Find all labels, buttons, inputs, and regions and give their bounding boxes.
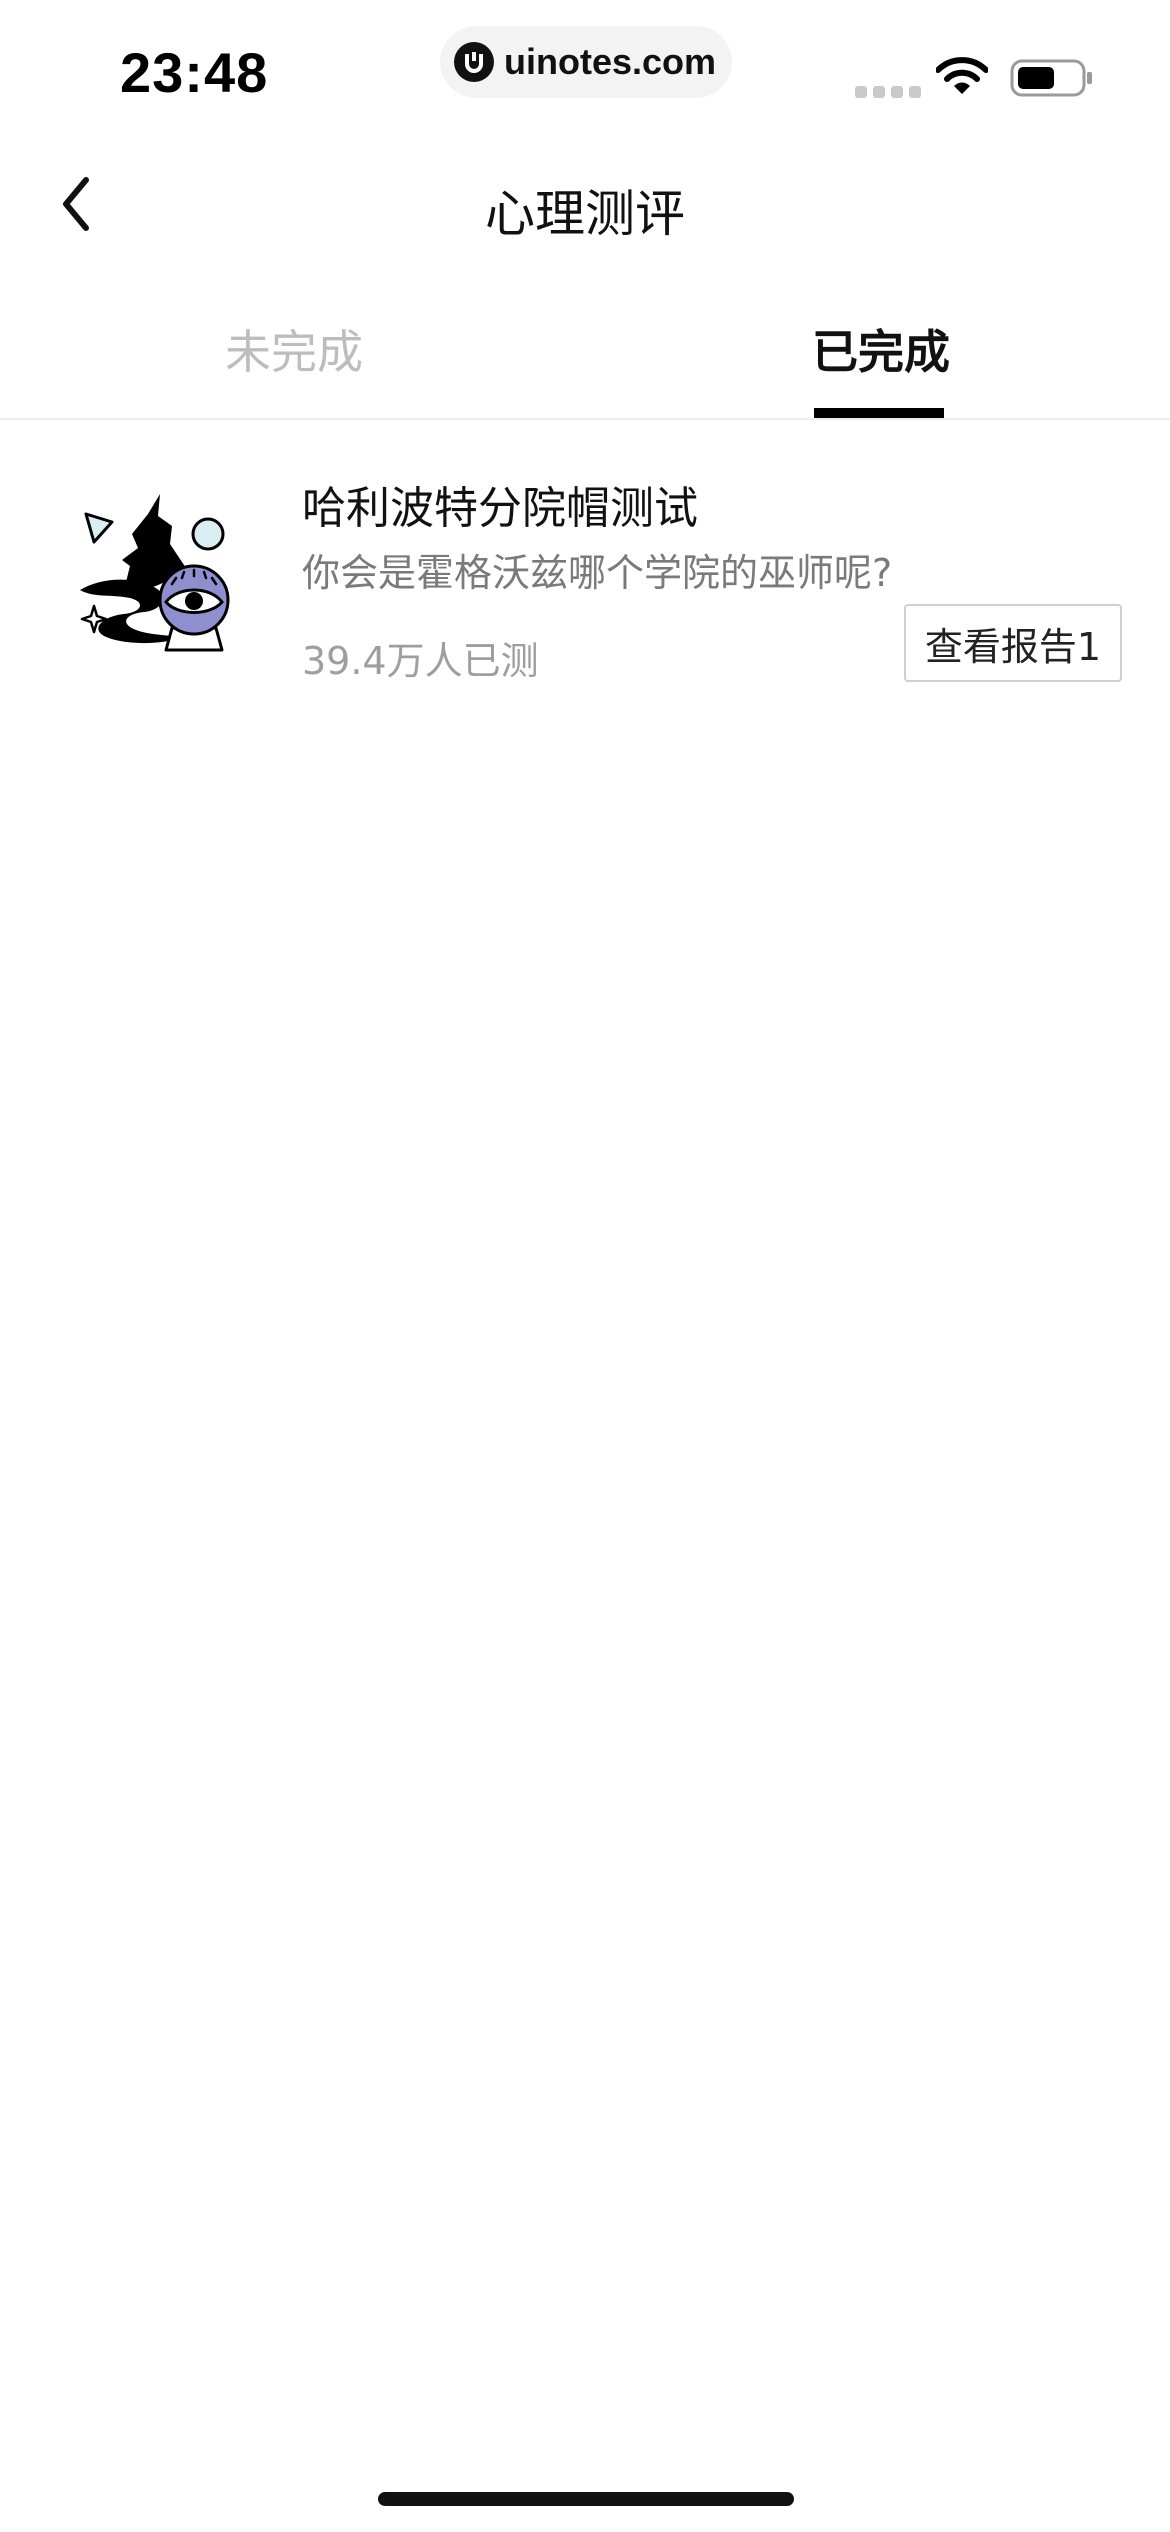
status-bar: 23:48 uinotes.com	[0, 0, 1170, 140]
cellular-signal-icon	[855, 86, 921, 98]
test-participant-count: 39.4万人已测	[302, 639, 539, 683]
tab-complete[interactable]: 已完成	[812, 316, 950, 382]
uinotes-logo-icon	[454, 42, 494, 82]
tab-incomplete[interactable]: 未完成	[225, 316, 363, 382]
url-pill[interactable]: uinotes.com	[440, 26, 732, 98]
status-time: 23:48	[120, 41, 269, 104]
active-tab-indicator	[814, 408, 944, 418]
wifi-icon	[936, 57, 988, 94]
tab-bar: 未完成 已完成	[0, 300, 1170, 420]
test-title: 哈利波特分院帽测试	[302, 483, 698, 534]
view-report-button[interactable]: 查看报告1	[904, 604, 1122, 682]
url-text: uinotes.com	[504, 41, 717, 82]
page-title: 心理测评	[485, 185, 685, 243]
battery-icon	[1010, 59, 1092, 97]
list-item[interactable]: 哈利波特分院帽测试 你会是霍格沃兹哪个学院的巫师呢? 39.4万人已测 查看报告…	[0, 440, 1170, 700]
nav-bar: 心理测评	[0, 140, 1170, 270]
home-indicator[interactable]	[378, 2492, 794, 2506]
test-description: 你会是霍格沃兹哪个学院的巫师呢?	[302, 551, 893, 595]
wizard-hat-crystal-ball-icon	[80, 494, 230, 652]
